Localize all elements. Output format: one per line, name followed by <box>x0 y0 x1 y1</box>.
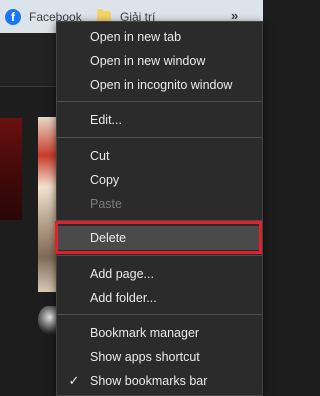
check-icon: ✓ <box>68 373 80 388</box>
menu-separator <box>57 137 262 138</box>
menu-separator <box>57 101 262 102</box>
background-thumbnail <box>38 117 56 292</box>
menu-separator <box>57 314 262 315</box>
menu-item-add-folder[interactable]: Add folder... <box>57 286 262 310</box>
menu-item-open-in-new-tab[interactable]: Open in new tab <box>57 25 262 49</box>
menu-item-delete[interactable]: Delete <box>57 226 262 250</box>
background-image <box>0 118 22 220</box>
menu-item-bookmark-manager[interactable]: Bookmark manager <box>57 321 262 345</box>
avatar <box>38 306 58 334</box>
menu-item-edit[interactable]: Edit... <box>57 108 262 132</box>
menu-item-paste: Paste <box>90 197 122 211</box>
menu-item-open-in-incognito-window[interactable]: Open in incognito window <box>57 73 262 97</box>
menu-item-open-in-new-window[interactable]: Open in new window <box>57 49 262 73</box>
facebook-icon: f <box>5 9 21 25</box>
menu-item-show-bookmarks-bar[interactable]: ✓ Show bookmarks bar <box>57 369 262 393</box>
menu-item-cut[interactable]: Cut <box>57 144 262 168</box>
menu-item-add-page[interactable]: Add page... <box>57 262 262 286</box>
menu-separator <box>57 255 262 256</box>
menu-item-label: Show bookmarks bar <box>90 374 208 388</box>
menu-item-show-apps-shortcut[interactable]: Show apps shortcut <box>57 345 262 369</box>
menu-separator <box>57 220 262 221</box>
menu-item-copy[interactable]: Copy <box>57 168 262 192</box>
bookmark-context-menu: Open in new tab Open in new window Open … <box>56 21 263 396</box>
